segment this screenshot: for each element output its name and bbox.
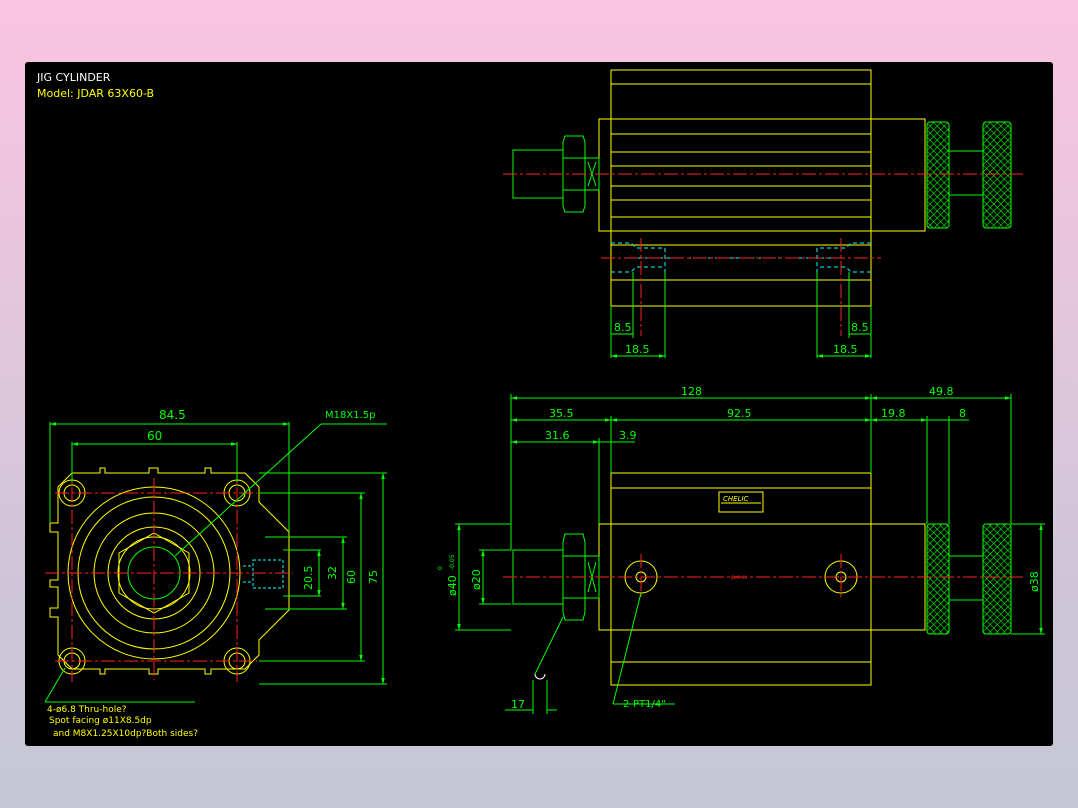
end-view xyxy=(44,422,387,703)
dim-top-right-large: 18.5 xyxy=(833,343,858,356)
dim-front-tol-bot: -0.05 xyxy=(449,554,456,570)
drawing-canvas: JIG CYLINDER Model: JDAR 63X60-B 8.5 8.5… xyxy=(25,62,1053,746)
dim-front-dia38: ø38 xyxy=(1028,571,1041,592)
dim-top-left-large: 18.5 xyxy=(625,343,650,356)
dim-front-knob-total: 49.8 xyxy=(929,385,954,398)
dim-end-h1: 20.5 xyxy=(302,566,315,591)
dim-front-35: 35.5 xyxy=(549,407,574,420)
thread-label: M18X1.5p xyxy=(325,410,375,421)
dim-front-total: 128 xyxy=(681,385,702,398)
note-thread: and M8X1.25X10dp?Both sides? xyxy=(53,729,198,739)
model-label: Model: JDAR 63X60-B xyxy=(37,87,154,100)
dim-front-dia40: ø40 xyxy=(446,575,459,596)
brand-logo: CHELIC xyxy=(723,495,749,503)
dim-top-left-small: 8.5 xyxy=(614,321,632,334)
cad-drawing: JIG CYLINDER Model: JDAR 63X60-B 8.5 8.5… xyxy=(36,69,1045,739)
dim-end-width: 84.5 xyxy=(159,408,186,422)
note-holes: 4-ø6.8 Thru-hole? xyxy=(47,705,127,715)
center-tiny-label: JDAR 63 xyxy=(730,575,748,580)
dim-top-right-small: 8.5 xyxy=(851,321,869,334)
dim-front-dia20: ø20 xyxy=(470,569,483,590)
note-spot-facing: Spot facing ø11X8.5dp xyxy=(49,716,152,726)
dim-front-tol-top: 0 xyxy=(437,566,444,570)
dim-front-19: 19.8 xyxy=(881,407,906,420)
dim-end-h3: 60 xyxy=(345,570,358,584)
top-view xyxy=(503,69,1025,358)
drawing-title: JIG CYLINDER xyxy=(36,71,111,84)
dim-front-8: 8 xyxy=(959,407,966,420)
dim-front-wrench: 17 xyxy=(511,698,525,711)
dim-end-h2: 32 xyxy=(326,566,339,580)
dim-end-h4: 75 xyxy=(367,570,380,584)
dim-end-hole-span: 60 xyxy=(147,429,162,443)
port-label: 2-PT1/4" xyxy=(623,699,666,710)
front-view xyxy=(455,394,1045,714)
dim-front-31: 31.6 xyxy=(545,429,570,442)
dim-front-92: 92.5 xyxy=(727,407,752,420)
dim-front-3: 3.9 xyxy=(619,429,637,442)
